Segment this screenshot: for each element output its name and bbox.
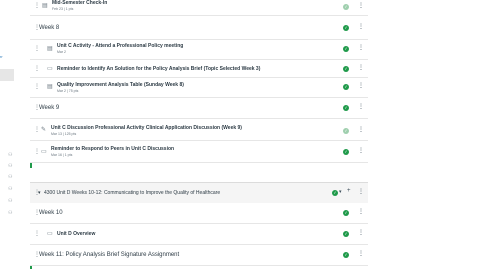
item-title[interactable]: Reminder to Respond to Peers in Unit C D… xyxy=(51,146,174,152)
module-item[interactable]: ⋮ ▭ Unit D Overview ✓ ⋮ xyxy=(30,224,368,245)
item-title[interactable]: Unit C Activity - Attend a Professional … xyxy=(57,43,183,49)
nav-link[interactable]: rr xyxy=(0,54,3,59)
section-header: Week 8 xyxy=(39,25,60,31)
people-icon: ⚇ xyxy=(8,174,13,180)
more-options-icon[interactable]: ⋮ xyxy=(358,45,364,52)
drag-handle-icon[interactable]: ⋮ xyxy=(34,252,40,258)
drag-handle-icon[interactable]: ⋮ xyxy=(34,231,40,237)
drag-handle-icon[interactable]: ⋮ xyxy=(34,84,40,90)
people-icon: ⚇ xyxy=(8,163,13,169)
more-options-icon[interactable]: ⋮ xyxy=(358,251,364,258)
item-title[interactable]: Mid-Semester Check-In xyxy=(52,0,107,6)
module-item[interactable]: ⋮ ▤ Unit C Activity - Attend a Professio… xyxy=(30,40,368,60)
more-options-icon[interactable]: ⋮ xyxy=(358,209,364,216)
drag-handle-icon[interactable]: ⋮ xyxy=(34,3,40,9)
drag-handle-icon[interactable]: ⋮ xyxy=(34,210,40,216)
item-title[interactable]: Unit C Discussion Professional Activity … xyxy=(51,125,242,131)
drag-handle-icon[interactable]: ⋮ xyxy=(34,66,40,72)
item-meta: Feb 23 | 1 pts xyxy=(52,7,74,11)
assignment-icon: ▤ xyxy=(42,3,48,9)
published-check-icon[interactable]: ✓ xyxy=(343,25,349,31)
item-meta: Mar 2 xyxy=(57,50,66,54)
published-check-icon[interactable]: ✓ xyxy=(343,231,349,237)
module-item[interactable]: ⋮ Week 8 ✓ ⋮ xyxy=(30,16,368,40)
page-icon: ▭ xyxy=(47,231,53,237)
module-item[interactable]: ⋮ Week 9 ✓ ⋮ xyxy=(30,98,368,119)
module-header[interactable]: ⋮ ▾ 4300 Unit D Weeks 10-12: Communicati… xyxy=(30,182,368,204)
more-options-icon[interactable]: ⋮ xyxy=(358,230,364,237)
item-title[interactable]: Unit D Overview xyxy=(57,231,95,237)
published-check-icon[interactable]: ✓ xyxy=(343,210,349,216)
published-check-icon[interactable]: ✓ xyxy=(343,66,349,72)
assignment-icon: ▤ xyxy=(47,46,53,52)
module-item[interactable]: ⋮ ✎ Unit C Discussion Professional Activ… xyxy=(30,119,368,141)
collapse-icon[interactable]: ▾ xyxy=(38,190,41,196)
discussion-icon: ✎ xyxy=(41,127,47,133)
item-meta: Mar 13 | 125 pts xyxy=(51,132,77,136)
people-icon: ⚇ xyxy=(8,210,13,216)
chevron-down-icon[interactable]: ▾ xyxy=(339,189,342,195)
published-check-icon[interactable]: ✓ xyxy=(343,105,349,111)
published-check-icon[interactable]: ✓ xyxy=(343,84,349,90)
more-options-icon[interactable]: ⋮ xyxy=(358,65,364,72)
more-options-icon[interactable]: ⋮ xyxy=(358,83,364,90)
drag-handle-icon[interactable]: ⋮ xyxy=(34,46,40,52)
item-title[interactable]: Reminder to Identify An Solution for the… xyxy=(57,66,260,72)
item-meta: Mar 16 | 1 pts xyxy=(51,153,73,157)
module-item[interactable]: ⋮ Week 11: Policy Analysis Brief Signatu… xyxy=(30,245,368,266)
item-meta: Mar 2 | 75 pts xyxy=(57,89,79,93)
published-check-icon[interactable]: ✓ xyxy=(332,190,338,196)
people-icon: ⚇ xyxy=(8,198,13,204)
published-check-icon[interactable]: ✓ xyxy=(343,46,349,52)
more-options-icon[interactable]: ⋮ xyxy=(358,104,364,111)
people-icon: ⚇ xyxy=(8,186,13,192)
section-header: Week 11: Policy Analysis Brief Signature… xyxy=(39,252,180,258)
published-check-icon[interactable]: ✓ xyxy=(343,252,349,258)
module-item[interactable]: ⋮ ▤ Quality Improvement Analysis Table (… xyxy=(30,78,368,98)
module-item[interactable]: ⋮ ▭ Reminder to Respond to Peers in Unit… xyxy=(30,141,368,163)
drag-handle-icon[interactable]: ⋮ xyxy=(34,149,40,155)
drag-handle-icon[interactable]: ⋮ xyxy=(34,105,40,111)
more-options-icon[interactable]: ⋮ xyxy=(358,24,364,31)
drag-handle-icon[interactable]: ⋮ xyxy=(34,127,40,133)
module-title: 4300 Unit D Weeks 10-12: Communicating t… xyxy=(44,190,221,196)
drag-handle-icon[interactable]: ⋮ xyxy=(34,25,40,31)
section-header: Week 9 xyxy=(39,105,60,111)
drag-handle-icon[interactable]: ⋮ xyxy=(34,190,40,196)
published-check-icon[interactable]: ✓ xyxy=(343,149,349,155)
nav-selected-item[interactable] xyxy=(0,69,14,81)
add-item-icon[interactable]: + xyxy=(347,188,351,194)
more-options-icon[interactable]: ⋮ xyxy=(358,3,364,10)
people-icon: ⚇ xyxy=(8,152,13,158)
more-options-icon[interactable]: ⋮ xyxy=(358,148,364,155)
published-check-icon[interactable]: ✓ xyxy=(343,4,349,10)
module-item[interactable]: ⋮ ▤ Mid-Semester Check-In Feb 23 | 1 pts… xyxy=(30,0,368,16)
more-options-icon[interactable]: ⋮ xyxy=(358,127,364,134)
item-title[interactable]: Quality Improvement Analysis Table (Sund… xyxy=(57,82,184,88)
module-item[interactable]: ⋮ Week 10 ✓ ⋮ xyxy=(30,203,368,224)
page-icon: ▭ xyxy=(41,149,47,155)
page-icon: ▭ xyxy=(47,66,53,72)
section-header: Week 10 xyxy=(39,210,63,216)
left-nav: rr ⚇ ⚇ ⚇ ⚇ ⚇ ⚇ xyxy=(0,0,15,269)
module-item[interactable]: ⋮ ▭ Reminder to Identify An Solution for… xyxy=(30,60,368,78)
more-options-icon[interactable]: ⋮ xyxy=(358,189,364,196)
assignment-icon: ▤ xyxy=(47,84,53,90)
published-check-icon[interactable]: ✓ xyxy=(343,128,349,134)
